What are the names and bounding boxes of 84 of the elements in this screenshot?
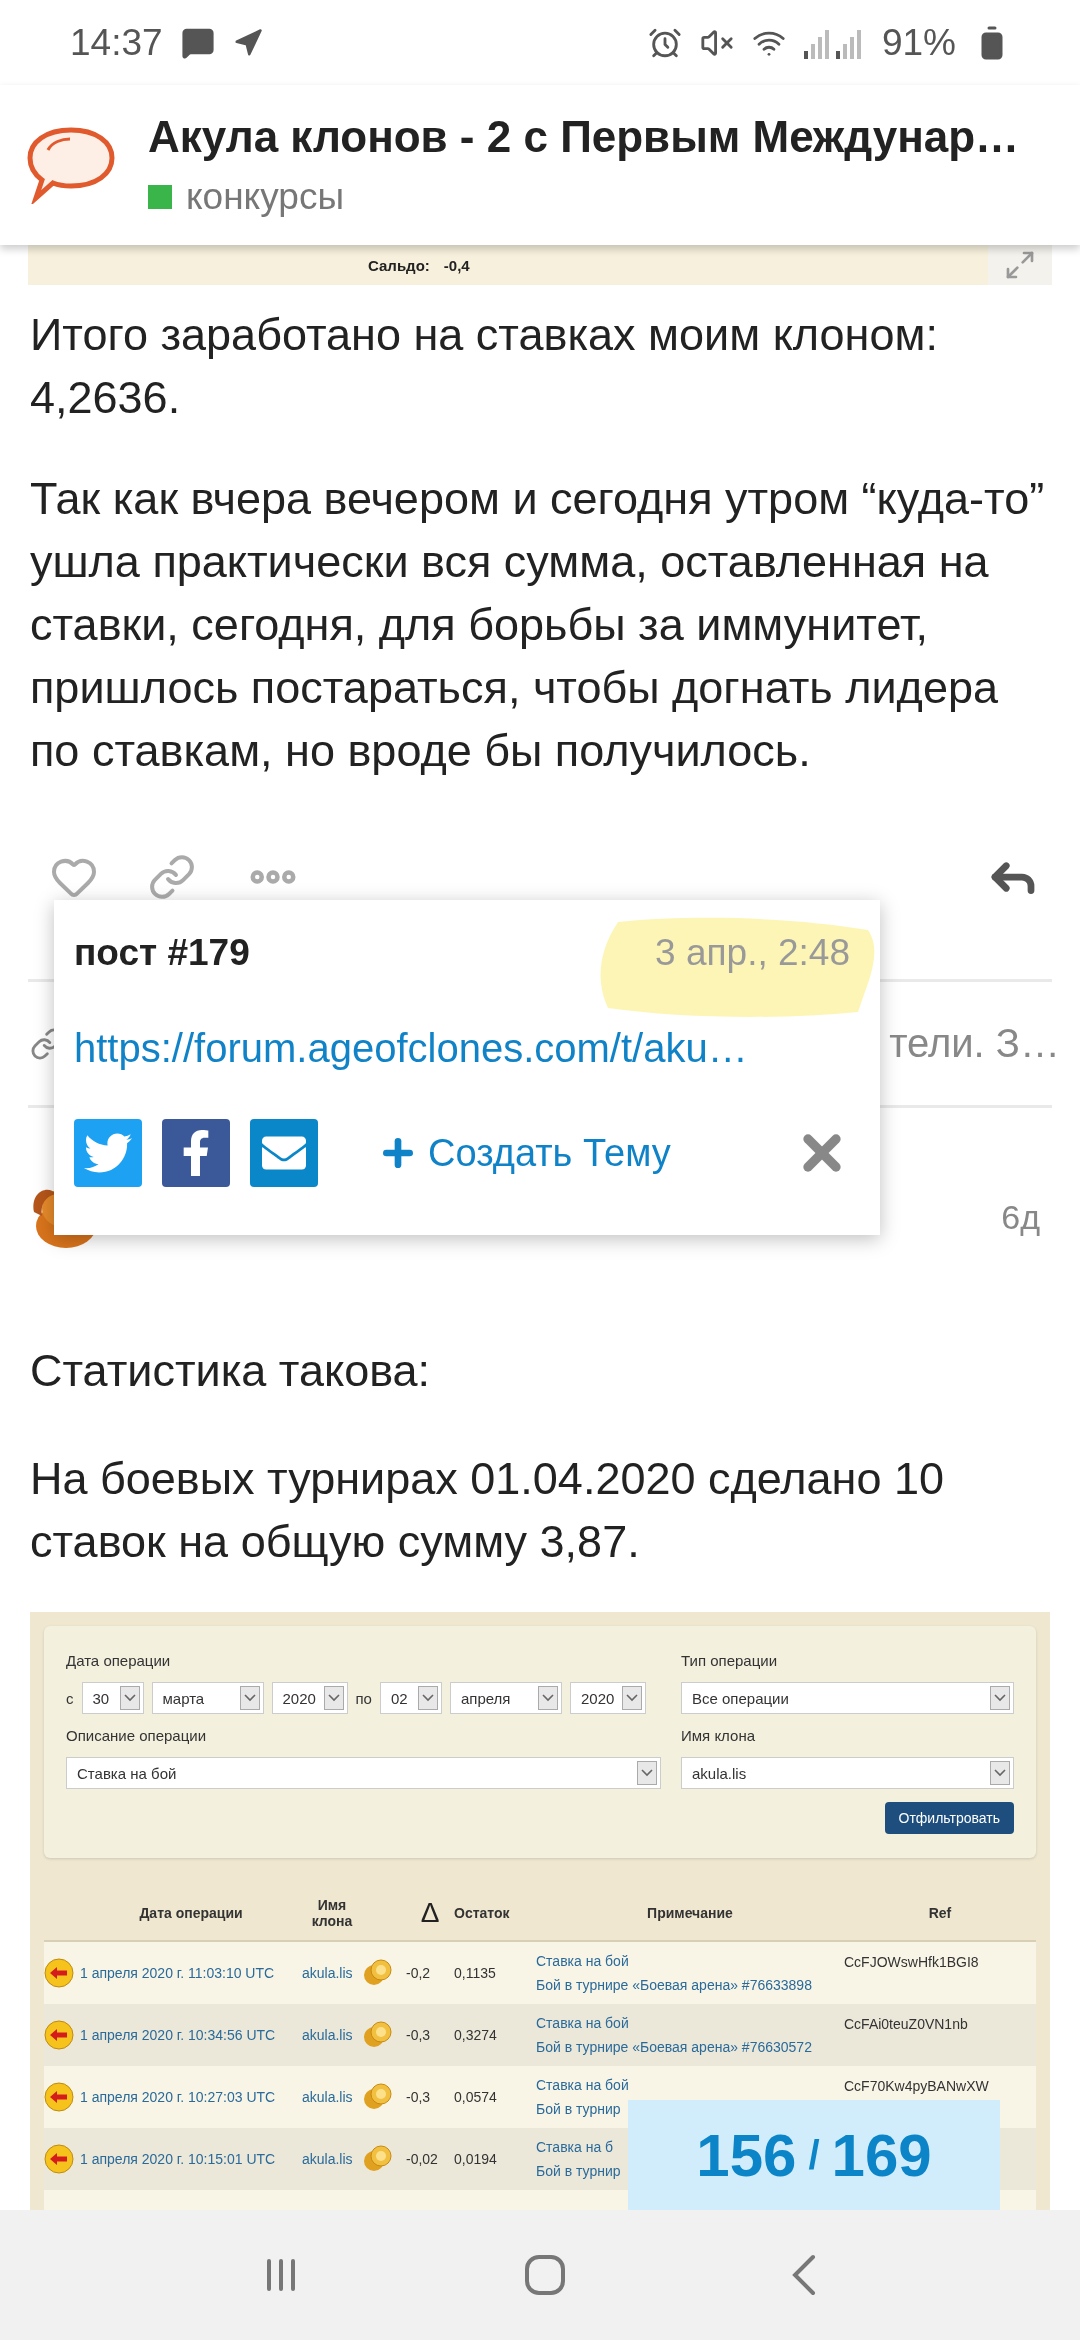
clone-link[interactable]: akula.lis <box>302 2089 362 2105</box>
total-posts-number: 169 <box>831 2120 932 2190</box>
chevron-down-icon <box>243 1694 256 1702</box>
expand-icon[interactable] <box>1004 249 1036 281</box>
table-cell-text: 0,1135 <box>454 1965 497 1981</box>
topic-title: Акула клонов - 2 с Первым Междунар… <box>148 112 1020 162</box>
column-header: Δ <box>419 1897 441 1929</box>
column-header: Ref <box>927 1905 953 1921</box>
post-paragraph: Статистика такова: <box>30 1344 432 1398</box>
field-label: Тип операции <box>681 1652 778 1669</box>
column-header: Примечание <box>646 1905 734 1921</box>
linked-topic-text[interactable]: тели. З… <box>889 1021 1060 1066</box>
date-link[interactable]: 1 апреля 2020 г. 10:34:56 UTC <box>80 2027 302 2043</box>
table-cell-text: CcFAi0teuZ0VN1nb <box>844 2016 969 2032</box>
current-post-number: 156 <box>696 2120 797 2190</box>
table-cell-text: CcF70Kw4pyBANwXW <box>844 2078 990 2094</box>
date-link[interactable]: 1 апреля 2020 г. 11:03:10 UTC <box>80 1965 302 1981</box>
table-cell-text: -0,02 <box>406 2151 439 2167</box>
twitter-share-button[interactable] <box>74 1119 142 1187</box>
note-link[interactable]: Ставка на б <box>536 2139 614 2155</box>
facebook-share-button[interactable] <box>162 1119 230 1187</box>
clone-link[interactable]: akula.lis <box>302 1965 362 1981</box>
field-label: по <box>355 1689 372 1707</box>
date-link[interactable]: 1 апреля 2020 г. 10:27:03 UTC <box>80 2089 302 2105</box>
post-counter[interactable]: 156 / 169 <box>628 2100 1000 2210</box>
chevron-down-icon <box>327 1694 340 1702</box>
post-url-link[interactable]: https://forum.ageofclones.com/t/aku… <box>74 1026 850 1071</box>
column-header: Дата операции <box>138 1905 244 1921</box>
date-select[interactable]: 2020 <box>271 1682 348 1714</box>
clone-link[interactable]: akula.lis <box>302 2027 362 2043</box>
battery-level: 91% <box>881 21 956 64</box>
table-cell-text: -0,2 <box>406 1965 432 1981</box>
note-link[interactable]: Ставка на бой <box>536 2077 629 2093</box>
table-cell-text: 0,0194 <box>454 2151 498 2167</box>
note-link[interactable]: Бой в турнир <box>536 2163 621 2179</box>
description-select[interactable]: Ставка на бой <box>66 1757 661 1789</box>
post-paragraph: На боевых турнирах 01.04.2020 сделано 10 ставок на общую сумму 3,87. <box>30 1452 946 1569</box>
chevron-down-icon <box>994 1694 1006 1702</box>
chevron-down-icon <box>994 1769 1006 1777</box>
post-paragraph: Так как вчера вечером и сегодня утром “куда-то” ушла практически вся сумма, оставленная на ставки, сегодня, для борьбы за иммунитет, пришлось постараться, чтобы догнать лидера по ставкам, но вроде бы получилось. <box>30 472 1046 778</box>
chevron-down-icon <box>641 1769 653 1777</box>
table-cell-text: 0,3274 <box>454 2027 498 2043</box>
home-icon[interactable] <box>523 2253 567 2297</box>
clock-time: 14:37 <box>70 21 163 64</box>
chevron-down-icon <box>625 1694 638 1702</box>
column-header: Остаток <box>454 1905 511 1921</box>
clone-link[interactable]: akula.lis <box>302 2151 362 2167</box>
date-select[interactable]: 02 <box>379 1682 442 1714</box>
link-icon[interactable] <box>148 853 196 901</box>
table-cell-text: 0,0574 <box>454 2089 498 2105</box>
field-label: с <box>66 1689 74 1707</box>
note-link[interactable]: Бой в турнире «Боевая арена» #76630572 <box>536 2039 812 2055</box>
counter-separator: / <box>808 2132 820 2178</box>
post-paragraph: Итого заработано на ставках моим клоном: 4,2636. <box>30 308 939 425</box>
post-age: 6д <box>1001 1198 1040 1237</box>
note-link[interactable]: Ставка на бой <box>536 1953 629 1969</box>
create-topic-button[interactable]: Создать Тему <box>378 1131 671 1175</box>
date-select[interactable]: 2020 <box>569 1682 646 1714</box>
balance-label: Сальдо: <box>368 256 430 274</box>
email-share-button[interactable] <box>250 1119 318 1187</box>
chevron-down-icon <box>123 1694 136 1702</box>
operation-type-select[interactable]: Все операции <box>681 1682 1014 1714</box>
post-date: 3 апр., 2:48 <box>655 932 850 974</box>
note-link[interactable]: Бой в турнире «Боевая арена» #76633898 <box>536 1977 812 1993</box>
table-cell-text: -0,3 <box>406 2089 432 2105</box>
chevron-down-icon <box>541 1694 554 1702</box>
date-link[interactable]: 1 апреля 2020 г. 10:15:01 UTC <box>80 2151 302 2167</box>
field-label: Имя клона <box>681 1727 756 1744</box>
popup-title: пост #179 <box>74 932 250 974</box>
column-header: Имя клона <box>310 1897 354 1929</box>
table-cell-text: CcFJOWswHfk1BGI8 <box>844 1954 980 1970</box>
chevron-down-icon <box>421 1694 434 1702</box>
note-link[interactable]: Бой в турнир <box>536 2101 621 2117</box>
date-select[interactable]: апреля <box>449 1682 562 1714</box>
clone-select[interactable]: akula.lis <box>681 1757 1014 1789</box>
balance-value: -0,4 <box>443 256 470 274</box>
filter-button[interactable]: Отфильтровать <box>884 1802 1014 1834</box>
field-label: Описание операции <box>66 1727 208 1744</box>
field-label: Дата операции <box>66 1652 172 1669</box>
date-select[interactable]: 30 <box>81 1682 144 1714</box>
note-link[interactable]: Ставка на бой <box>536 2015 629 2031</box>
table-cell-text: -0,3 <box>406 2027 432 2043</box>
category-label[interactable]: конкурсы <box>186 176 344 218</box>
date-select[interactable]: марта <box>151 1682 264 1714</box>
